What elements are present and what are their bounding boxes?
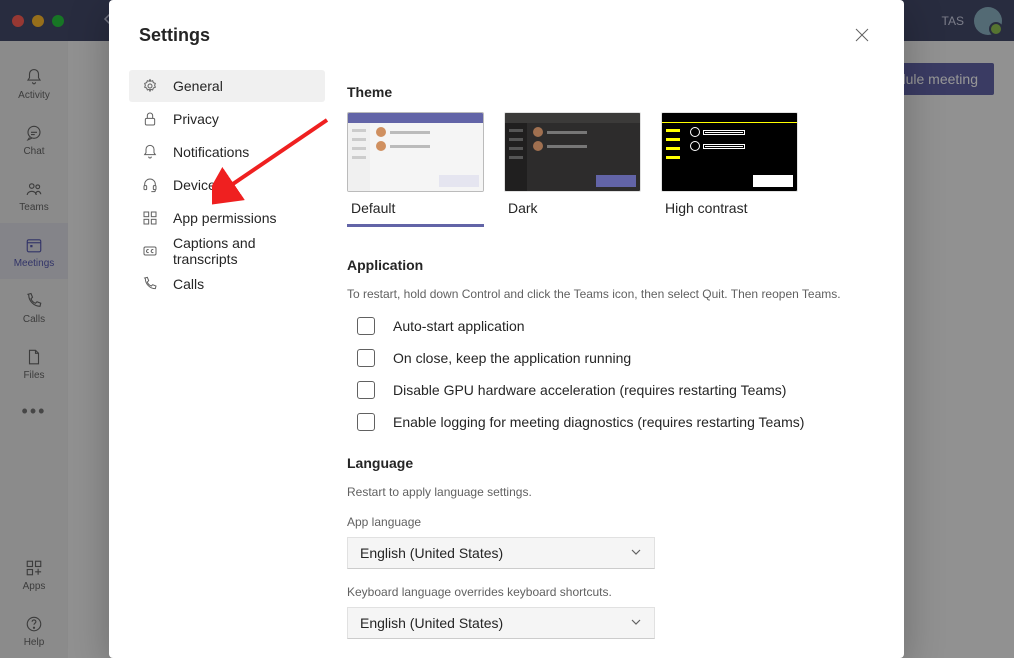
dialog-close-button[interactable] <box>850 23 874 47</box>
keyboard-language-select[interactable]: English (United States) <box>347 607 655 639</box>
settings-nav-app-permissions[interactable]: App permissions <box>129 202 325 234</box>
nav-label: Privacy <box>173 111 219 127</box>
language-heading: Language <box>347 455 874 471</box>
application-subtext: To restart, hold down Control and click … <box>347 285 874 303</box>
gear-icon <box>141 77 159 95</box>
settings-nav-notifications[interactable]: Notifications <box>129 136 325 168</box>
bell-icon <box>141 143 159 161</box>
checkbox-input[interactable] <box>357 381 375 399</box>
nav-label: Devices <box>173 177 223 193</box>
checkbox-input[interactable] <box>357 349 375 367</box>
theme-option-default[interactable]: Default <box>347 112 484 227</box>
theme-option-high-contrast[interactable]: High contrast <box>661 112 798 227</box>
theme-preview-high-contrast <box>661 112 798 192</box>
checkbox-label: Enable logging for meeting diagnostics (… <box>393 414 804 430</box>
close-icon <box>855 28 869 42</box>
apps-icon <box>141 209 159 227</box>
settings-nav-privacy[interactable]: Privacy <box>129 103 325 135</box>
select-value: English (United States) <box>360 615 503 631</box>
dialog-header: Settings <box>109 0 904 70</box>
app-language-label: App language <box>347 515 874 529</box>
nav-label: Calls <box>173 276 204 292</box>
theme-preview-dark <box>504 112 641 192</box>
settings-dialog: Settings General Privacy Notifications D… <box>109 0 904 658</box>
theme-heading: Theme <box>347 84 874 100</box>
nav-label: General <box>173 78 223 94</box>
theme-label: High contrast <box>661 192 798 224</box>
checkbox-input[interactable] <box>357 317 375 335</box>
lock-icon <box>141 110 159 128</box>
dialog-title: Settings <box>139 25 210 46</box>
settings-nav-devices[interactable]: Devices <box>129 169 325 201</box>
theme-label: Default <box>347 192 484 227</box>
application-heading: Application <box>347 257 874 273</box>
settings-content: Theme Default Dark <box>339 70 904 658</box>
theme-option-dark[interactable]: Dark <box>504 112 641 227</box>
chevron-down-icon <box>630 545 642 561</box>
chevron-down-icon <box>630 615 642 631</box>
settings-nav-captions[interactable]: Captions and transcripts <box>129 235 325 267</box>
checkbox-logging[interactable]: Enable logging for meeting diagnostics (… <box>347 413 874 431</box>
nav-label: Captions and transcripts <box>173 235 313 267</box>
settings-nav-calls[interactable]: Calls <box>129 268 325 300</box>
headset-icon <box>141 176 159 194</box>
phone-icon <box>141 275 159 293</box>
captions-icon <box>141 242 159 260</box>
checkbox-disable-gpu[interactable]: Disable GPU hardware acceleration (requi… <box>347 381 874 399</box>
app-language-select[interactable]: English (United States) <box>347 537 655 569</box>
settings-nav-general[interactable]: General <box>129 70 325 102</box>
checkbox-label: Disable GPU hardware acceleration (requi… <box>393 382 786 398</box>
nav-label: App permissions <box>173 210 277 226</box>
nav-label: Notifications <box>173 144 249 160</box>
language-subtext: Restart to apply language settings. <box>347 483 874 501</box>
select-value: English (United States) <box>360 545 503 561</box>
checkbox-keep-running[interactable]: On close, keep the application running <box>347 349 874 367</box>
theme-options: Default Dark High contrast <box>347 112 874 227</box>
theme-preview-default <box>347 112 484 192</box>
checkbox-input[interactable] <box>357 413 375 431</box>
checkbox-autostart[interactable]: Auto-start application <box>347 317 874 335</box>
settings-nav: General Privacy Notifications Devices Ap… <box>109 70 339 658</box>
theme-label: Dark <box>504 192 641 224</box>
checkbox-label: Auto-start application <box>393 318 525 334</box>
keyboard-language-label: Keyboard language overrides keyboard sho… <box>347 585 874 599</box>
checkbox-label: On close, keep the application running <box>393 350 631 366</box>
